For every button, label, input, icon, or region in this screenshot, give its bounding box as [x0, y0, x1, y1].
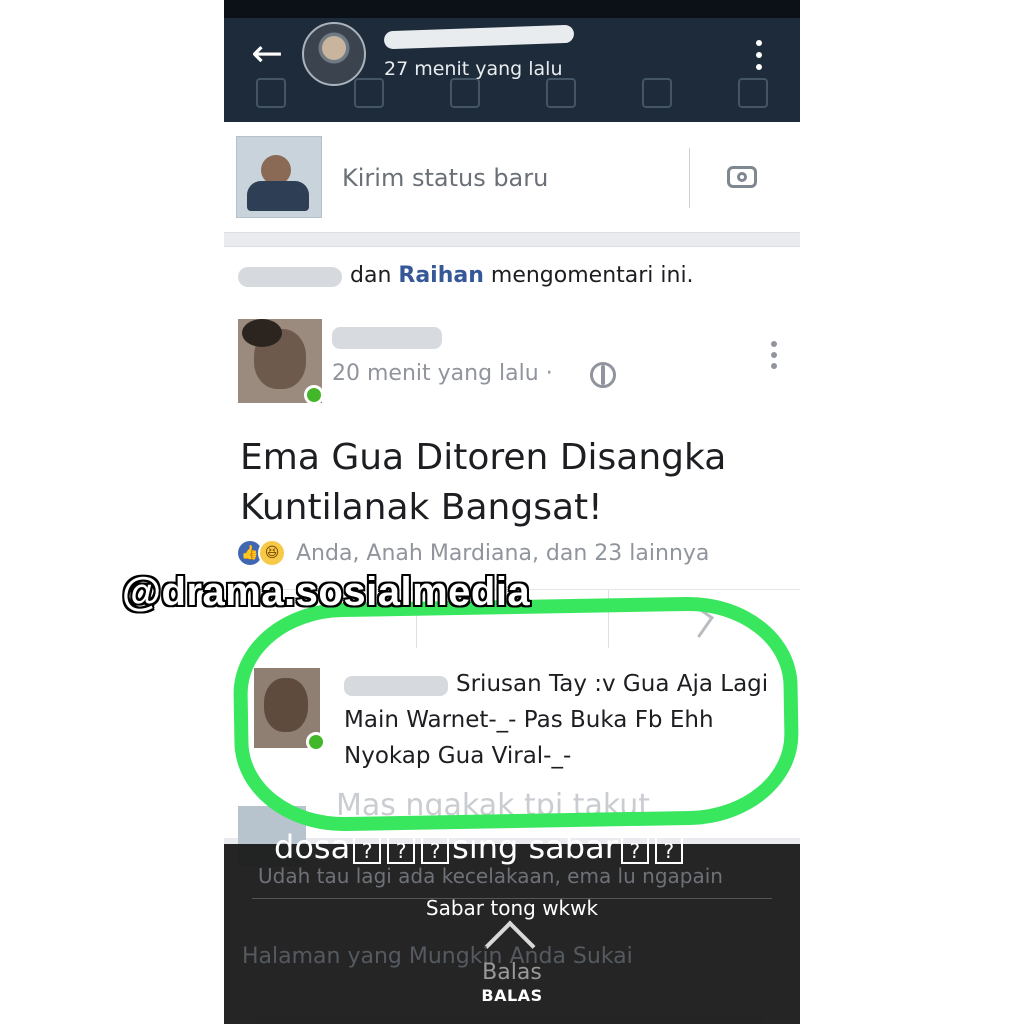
phone-screen: ← 27 menit yang lalu Kirim status baru d…: [224, 0, 800, 1024]
ghost-comment-text: Udah tau lagi ada kecelakaan, ema lu nga…: [258, 864, 723, 888]
back-arrow-icon[interactable]: ←: [244, 30, 290, 76]
reply-label: Balas: [482, 960, 542, 985]
unknown-glyph-icon: ?: [387, 834, 416, 864]
globe-icon: [590, 362, 616, 388]
activity-user-link[interactable]: Raihan: [398, 263, 484, 288]
redacted-name: [332, 327, 442, 349]
composer-placeholder[interactable]: Kirim status baru: [342, 164, 548, 192]
caption-text: dosa: [274, 828, 351, 866]
nav-tabs-ghost: [224, 78, 800, 114]
redacted-name: [238, 267, 342, 287]
post-timestamp: 20 menit yang lalu: [332, 361, 539, 386]
unknown-glyph-icon: ?: [654, 834, 683, 864]
status-bar: [224, 0, 800, 18]
status-composer[interactable]: Kirim status baru: [224, 122, 800, 233]
redacted-name: [383, 24, 575, 50]
unknown-glyph-icon: ?: [421, 834, 450, 864]
reaction-names: Anda, Anah Mardiana, dan 23 lainnya: [296, 540, 710, 566]
watermark: @drama.sosialmedia: [122, 570, 531, 614]
activity-action: mengomentari ini.: [490, 263, 694, 288]
more-options-icon[interactable]: [754, 40, 764, 70]
caption-overlay: dosa??? sing sabar??: [274, 828, 686, 866]
separator: ·: [545, 361, 553, 386]
story-header: ← 27 menit yang lalu: [224, 0, 800, 122]
reply-preview: Sabar tong wkwk: [425, 896, 599, 920]
feed-post: 20 menit yang lalu · Ema Gua Ditoren Dis…: [224, 305, 800, 650]
caption-text: sing sabar: [452, 828, 618, 866]
reactions-summary[interactable]: 👍 😆 Anda, Anah Mardiana, dan 23 lainnya: [238, 539, 709, 567]
camera-icon[interactable]: [727, 166, 757, 188]
story-time: 27 menit yang lalu: [384, 58, 563, 80]
unknown-glyph-icon: ?: [353, 834, 382, 864]
haha-reaction-icon: 😆: [258, 539, 286, 567]
unknown-glyph-icon: ?: [620, 834, 649, 864]
divider: [689, 148, 690, 208]
activity-notice: dan Raihan mengomentari ini.: [224, 246, 800, 306]
post-text: Ema Gua Ditoren Disangka Kuntilanak Bang…: [240, 437, 727, 528]
avatar: [236, 136, 322, 218]
reply-button[interactable]: BALAS: [224, 986, 800, 1005]
post-more-icon[interactable]: [770, 341, 778, 369]
highlight-ring: [232, 595, 800, 833]
activity-text: dan Raihan mengomentari ini.: [350, 263, 694, 288]
activity-connector: dan: [350, 263, 392, 288]
online-indicator: [304, 385, 324, 405]
story-avatar[interactable]: [302, 22, 366, 86]
post-time: 20 menit yang lalu ·: [332, 361, 553, 386]
